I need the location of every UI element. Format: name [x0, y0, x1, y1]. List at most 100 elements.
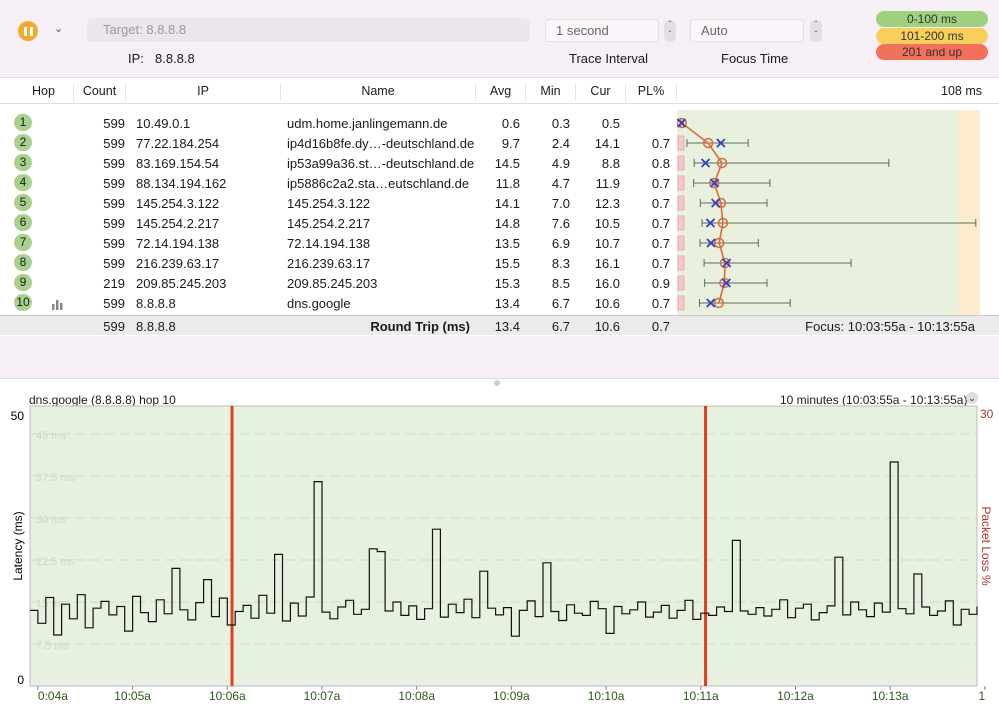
summary-cur: 10.6	[594, 319, 620, 334]
hop-min: 8.5	[551, 276, 570, 291]
table-row[interactable]: 5 599 145.254.3.122 145.254.3.122 14.1 7.…	[0, 193, 677, 213]
hop-cur: 16.1	[594, 256, 620, 271]
packet-loss-bar	[677, 195, 685, 211]
table-row[interactable]: 10 599 8.8.8.8 dns.google 13.4 6.7 10.6 0…	[0, 293, 677, 313]
col-pl[interactable]: PL%	[626, 84, 677, 101]
hop-count: 599	[103, 156, 125, 171]
hop-badge: 1	[14, 114, 32, 131]
x-tick-label: 10:06a	[209, 689, 246, 703]
col-hop[interactable]: Hop	[14, 84, 74, 101]
hop-count: 599	[103, 116, 125, 131]
table-row[interactable]: 8 599 216.239.63.17 216.239.63.17 15.5 8.…	[0, 253, 677, 273]
summary-pl: 0.7	[651, 319, 670, 334]
packet-loss-bar	[677, 255, 685, 271]
col-cur[interactable]: Cur	[576, 84, 626, 101]
pause-button[interactable]	[18, 21, 38, 41]
hop-pl: 0.7	[651, 136, 670, 151]
y-axis-label: Latency (ms)	[11, 511, 25, 580]
hop-badge: 8	[14, 254, 32, 271]
x-tick-label: 10:05a	[114, 689, 151, 703]
col-name[interactable]: Name	[281, 84, 476, 101]
trace-interval-input[interactable]: 1 second	[545, 19, 659, 42]
hop-ip: 72.14.194.138	[136, 236, 220, 251]
hop-avg: 13.4	[494, 296, 520, 311]
hop-name: 145.254.2.217	[287, 216, 371, 231]
col-min[interactable]: Min	[526, 84, 576, 101]
hop-pl: 0.7	[651, 296, 670, 311]
hop-avg: 0.6	[501, 116, 520, 131]
hop-badge: 7	[14, 234, 32, 251]
graph-scale-label: 108 ms	[941, 84, 982, 98]
table-empty-area	[0, 336, 999, 378]
table-row[interactable]: 1 599 10.49.0.1 udm.home.janlingemann.de …	[0, 113, 677, 133]
hop-ip: 145.254.3.122	[136, 196, 220, 211]
hop-cur: 12.3	[594, 196, 620, 211]
summary-label: Round Trip (ms)	[370, 319, 470, 334]
x-tick-label: 10:08a	[398, 689, 435, 703]
hop-avg: 9.7	[501, 136, 520, 151]
toolbar: ⌄ Target: 8.8.8.8 IP: 8.8.8.8 1 second ˆ…	[0, 0, 999, 78]
hop-min: 4.9	[551, 156, 570, 171]
hop-count: 599	[103, 256, 125, 271]
hop-min: 2.4	[551, 136, 570, 151]
hop-avg: 13.5	[494, 236, 520, 251]
trace-interval-stepper[interactable]: ˆˇ	[664, 20, 676, 42]
hop-count: 599	[103, 196, 125, 211]
hop-avg: 14.1	[494, 196, 520, 211]
hop-avg: 15.5	[494, 256, 520, 271]
packet-loss-bar	[677, 235, 685, 251]
chevron-down-icon[interactable]: ⌄	[54, 22, 63, 35]
hop-name: dns.google	[287, 296, 351, 311]
table-row[interactable]: 2 599 77.22.184.254 ip4d16b8fe.dy…-deutsc…	[0, 133, 677, 153]
col-avg[interactable]: Avg	[476, 84, 526, 101]
target-input[interactable]: Target: 8.8.8.8	[87, 18, 530, 42]
trace-interval-label: Trace Interval	[569, 51, 648, 66]
grid-label: 7.5 ms	[36, 640, 70, 652]
hop-min: 4.7	[551, 176, 570, 191]
summary-ip: 8.8.8.8	[136, 319, 176, 334]
packet-loss-bar	[677, 155, 685, 171]
ip-value: 8.8.8.8	[155, 51, 195, 66]
hop-min: 7.0	[551, 196, 570, 211]
hop-name: 72.14.194.138	[287, 236, 371, 251]
table-row[interactable]: 7 599 72.14.194.138 72.14.194.138 13.5 6.…	[0, 233, 677, 253]
hop-pl: 0.7	[651, 196, 670, 211]
legend-0-100: 0-100 ms	[876, 11, 988, 27]
hop-latency-graph	[677, 110, 980, 315]
hop-ip: 83.169.154.54	[136, 156, 220, 171]
hop-cur: 11.9	[595, 176, 620, 191]
hop-count: 219	[103, 276, 125, 291]
focus-time-stepper[interactable]: ˆˇ	[810, 20, 822, 42]
table-row[interactable]: 4 599 88.134.194.162 ip5886c2a2.sta…eutsc…	[0, 173, 677, 193]
table-row[interactable]: 6 599 145.254.2.217 145.254.2.217 14.8 7.…	[0, 213, 677, 233]
splitter-handle[interactable]	[0, 378, 999, 388]
table-row[interactable]: 3 599 83.169.154.54 ip53a99a36.st…-deutsc…	[0, 153, 677, 173]
hop-pl: 0.7	[651, 256, 670, 271]
hop-name: 209.85.245.203	[287, 276, 378, 291]
y-tick-label: 0	[17, 673, 24, 687]
focus-time-input[interactable]: Auto	[690, 19, 804, 42]
hop-badge: 2	[14, 134, 32, 151]
y2-axis-label: Packet Loss %	[979, 506, 993, 586]
hop-name: ip4d16b8fe.dy…-deutschland.de	[287, 136, 475, 151]
table-row[interactable]: 9 219 209.85.245.203 209.85.245.203 15.3 …	[0, 273, 677, 293]
hop-cur: 0.5	[601, 116, 620, 131]
col-count[interactable]: Count	[74, 84, 126, 101]
x-tick-label: 10:09a	[493, 689, 530, 703]
hop-pl: 0.7	[651, 216, 670, 231]
legend-201-up: 201 and up	[876, 44, 988, 60]
hop-ip: 8.8.8.8	[136, 296, 176, 311]
hop-ip: 216.239.63.17	[136, 256, 220, 271]
hop-name: 145.254.3.122	[287, 196, 371, 211]
hop-avg: 14.8	[494, 216, 520, 231]
col-ip[interactable]: IP	[126, 84, 281, 101]
hop-count: 599	[103, 296, 125, 311]
focus-range: Focus: 10:03:55a - 10:13:55a	[805, 319, 975, 334]
packet-loss-bar	[677, 215, 685, 231]
hop-badge: 9	[14, 274, 32, 291]
hop-pl: 0.9	[651, 276, 670, 291]
hop-pl: 0.8	[651, 156, 670, 171]
hop-min: 7.6	[551, 216, 570, 231]
x-tick-label: 10:11a	[683, 689, 719, 703]
hop-name: ip5886c2a2.sta…eutschland.de	[287, 176, 470, 191]
